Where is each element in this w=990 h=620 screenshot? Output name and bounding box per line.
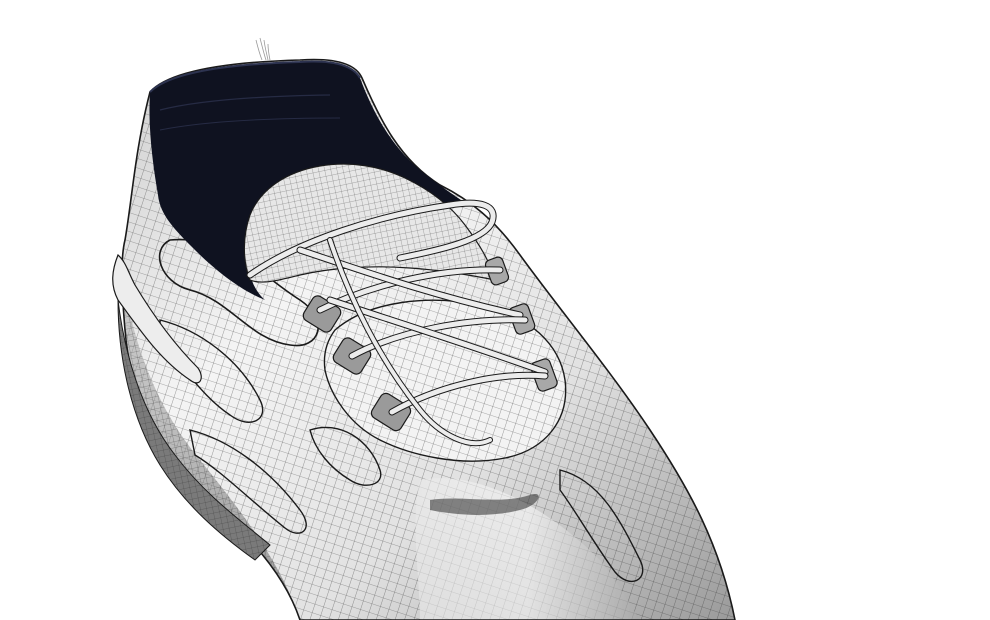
render-viewport bbox=[0, 0, 990, 620]
heel-pull-tab bbox=[255, 37, 271, 61]
shoe-render bbox=[112, 37, 736, 620]
